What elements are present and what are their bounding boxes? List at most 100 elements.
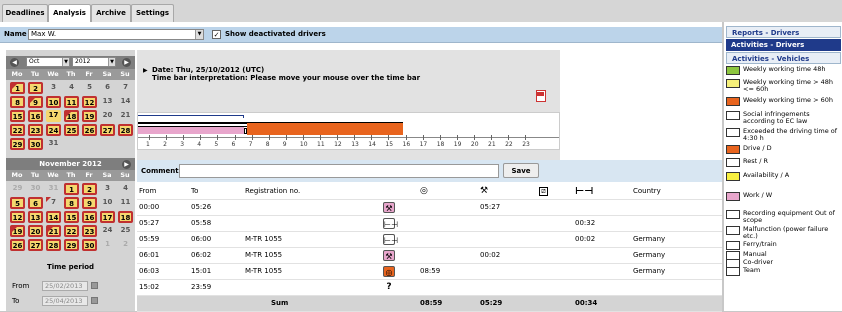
calendar-day[interactable]: 16 bbox=[82, 211, 97, 223]
table-row[interactable]: 15:02 23:59? bbox=[137, 280, 722, 296]
pdf-icon[interactable] bbox=[536, 90, 546, 102]
calendar-day[interactable]: 13 bbox=[28, 211, 43, 223]
calendar-day[interactable]: 17 bbox=[100, 211, 115, 223]
save-button[interactable]: Save bbox=[503, 163, 539, 178]
calendar-day[interactable]: 3 bbox=[100, 183, 115, 195]
calendar-day[interactable]: 27 bbox=[100, 124, 115, 136]
calendar-day-other[interactable]: 30 bbox=[28, 183, 43, 195]
calendar-day[interactable]: 6 bbox=[28, 197, 43, 209]
calendar-day-other[interactable]: 31 bbox=[46, 183, 61, 195]
calendar-day[interactable]: 17 bbox=[46, 110, 61, 122]
calendar-day[interactable]: 16 bbox=[28, 110, 43, 122]
calendar-day[interactable]: 28 bbox=[46, 239, 61, 251]
calendar-day[interactable]: 1 bbox=[64, 183, 79, 195]
calendar-day[interactable]: 4 bbox=[64, 82, 79, 94]
calendar-day[interactable]: 25 bbox=[118, 225, 133, 237]
activities-drivers-button[interactable]: Activities - Drivers bbox=[726, 39, 841, 51]
calendar-day-other[interactable]: 29 bbox=[10, 183, 25, 195]
calendar-day[interactable]: 30 bbox=[28, 138, 43, 150]
calendar-day[interactable]: 29 bbox=[10, 138, 25, 150]
comment-input[interactable] bbox=[179, 164, 499, 178]
table-row[interactable]: 05:59 06:00 M-TR 1055 00:02 Germany ⊢⊣ bbox=[137, 232, 722, 248]
tab-deadlines[interactable]: Deadlines bbox=[2, 4, 48, 22]
calendar-day[interactable]: 27 bbox=[28, 239, 43, 251]
next-month-icon[interactable]: ▶ bbox=[122, 58, 131, 67]
calendar-day[interactable]: 31 bbox=[46, 138, 61, 150]
calendar-day[interactable]: 29 bbox=[64, 239, 79, 251]
calendar-day[interactable]: 7 bbox=[118, 82, 133, 94]
table-row[interactable]: 06:03 15:01 M-TR 1055 08:59 Germany ◎ bbox=[137, 264, 722, 280]
calendar-day[interactable]: 22 bbox=[10, 124, 25, 136]
legend-swatch bbox=[726, 128, 740, 137]
calendar-day[interactable]: 18 bbox=[118, 211, 133, 223]
calendar-day[interactable]: 10 bbox=[46, 96, 61, 108]
calendar-day[interactable]: 19 bbox=[10, 225, 25, 237]
table-row[interactable]: 06:01 06:02 M-TR 1055 00:02 Germany ⚒ bbox=[137, 248, 722, 264]
calendar-day[interactable]: 26 bbox=[10, 239, 25, 251]
calendar-day[interactable]: 26 bbox=[82, 124, 97, 136]
calendar-icon[interactable] bbox=[91, 297, 98, 304]
calendar-icon[interactable] bbox=[91, 282, 98, 289]
calendar-day[interactable]: 14 bbox=[118, 96, 133, 108]
calendar-day[interactable]: 7 bbox=[46, 197, 61, 209]
month-select[interactable]: Oct ▼ bbox=[26, 57, 70, 67]
expand-triangle-icon[interactable]: ▶ bbox=[143, 67, 148, 74]
calendar-day[interactable]: 6 bbox=[100, 82, 115, 94]
chevron-down-icon[interactable]: ▼ bbox=[195, 30, 203, 39]
calendar-day[interactable]: 4 bbox=[118, 183, 133, 195]
calendar-day[interactable]: 23 bbox=[82, 225, 97, 237]
day-names-nov: Mo Tu We Th Fr Sa Su bbox=[6, 170, 135, 181]
calendar-day[interactable]: 8 bbox=[10, 96, 25, 108]
calendar-day[interactable]: 14 bbox=[46, 211, 61, 223]
calendar-day[interactable]: 1 bbox=[10, 82, 25, 94]
calendar-day[interactable]: 28 bbox=[118, 124, 133, 136]
work-icon: ⚒ bbox=[480, 186, 489, 196]
to-date-input[interactable]: 25/04/2013 bbox=[42, 296, 88, 306]
calendar-day[interactable]: 19 bbox=[82, 110, 97, 122]
calendar-day[interactable]: 18 bbox=[64, 110, 79, 122]
calendar-day[interactable]: 20 bbox=[100, 110, 115, 122]
from-date-input[interactable]: 25/02/2013 bbox=[42, 281, 88, 291]
calendar-day[interactable]: 24 bbox=[46, 124, 61, 136]
next-month-icon[interactable]: ▶ bbox=[122, 160, 131, 169]
prev-month-icon[interactable]: ◀ bbox=[10, 58, 19, 67]
calendar-day-other[interactable]: 2 bbox=[118, 239, 133, 251]
tab-analysis[interactable]: Analysis bbox=[48, 4, 91, 23]
calendar-day[interactable]: 13 bbox=[100, 96, 115, 108]
year-select[interactable]: 2012 ▼ bbox=[72, 57, 116, 67]
calendar-day[interactable]: 30 bbox=[82, 239, 97, 251]
calendar-day[interactable]: 25 bbox=[64, 124, 79, 136]
tab-settings[interactable]: Settings bbox=[131, 4, 174, 22]
calendar-day[interactable]: 3 bbox=[46, 82, 61, 94]
calendar-day[interactable]: 11 bbox=[118, 197, 133, 209]
activities-vehicles-button[interactable]: Activities - Vehicles bbox=[726, 52, 841, 64]
calendar-day[interactable]: 20 bbox=[28, 225, 43, 237]
calendar-day[interactable]: 21 bbox=[46, 225, 61, 237]
calendar-day[interactable]: 9 bbox=[28, 96, 43, 108]
calendar-day[interactable]: 2 bbox=[82, 183, 97, 195]
calendar-day[interactable]: 21 bbox=[118, 110, 133, 122]
calendar-day[interactable]: 12 bbox=[82, 96, 97, 108]
calendar-day[interactable]: 11 bbox=[64, 96, 79, 108]
calendar-day[interactable]: 8 bbox=[64, 197, 79, 209]
calendar-day[interactable]: 15 bbox=[10, 110, 25, 122]
calendar-day[interactable]: 24 bbox=[100, 225, 115, 237]
table-row[interactable]: 00:00 05:26 05:27 ⚒ bbox=[137, 200, 722, 216]
calendar-day-other[interactable]: 1 bbox=[100, 239, 115, 251]
calendar-day[interactable]: 15 bbox=[64, 211, 79, 223]
calendar-day[interactable]: 22 bbox=[64, 225, 79, 237]
calendar-day[interactable]: 5 bbox=[82, 82, 97, 94]
calendar-day[interactable]: 5 bbox=[10, 197, 25, 209]
calendar-day[interactable]: 10 bbox=[100, 197, 115, 209]
calendar-day[interactable]: 2 bbox=[28, 82, 43, 94]
month-title: November 2012 bbox=[39, 160, 102, 168]
cell-registration: M-TR 1055 bbox=[245, 251, 283, 259]
calendar-day[interactable]: 12 bbox=[10, 211, 25, 223]
deactivated-checkbox[interactable]: ✓ bbox=[212, 30, 221, 39]
driver-select[interactable]: Max W. ▼ bbox=[28, 29, 204, 40]
calendar-day[interactable]: 23 bbox=[28, 124, 43, 136]
calendar-day[interactable]: 9 bbox=[82, 197, 97, 209]
reports-drivers-button[interactable]: Reports - Drivers bbox=[726, 26, 841, 38]
table-row[interactable]: 05:27 05:58 00:32 ⊢⊣ bbox=[137, 216, 722, 232]
tab-archive[interactable]: Archive bbox=[91, 4, 131, 22]
